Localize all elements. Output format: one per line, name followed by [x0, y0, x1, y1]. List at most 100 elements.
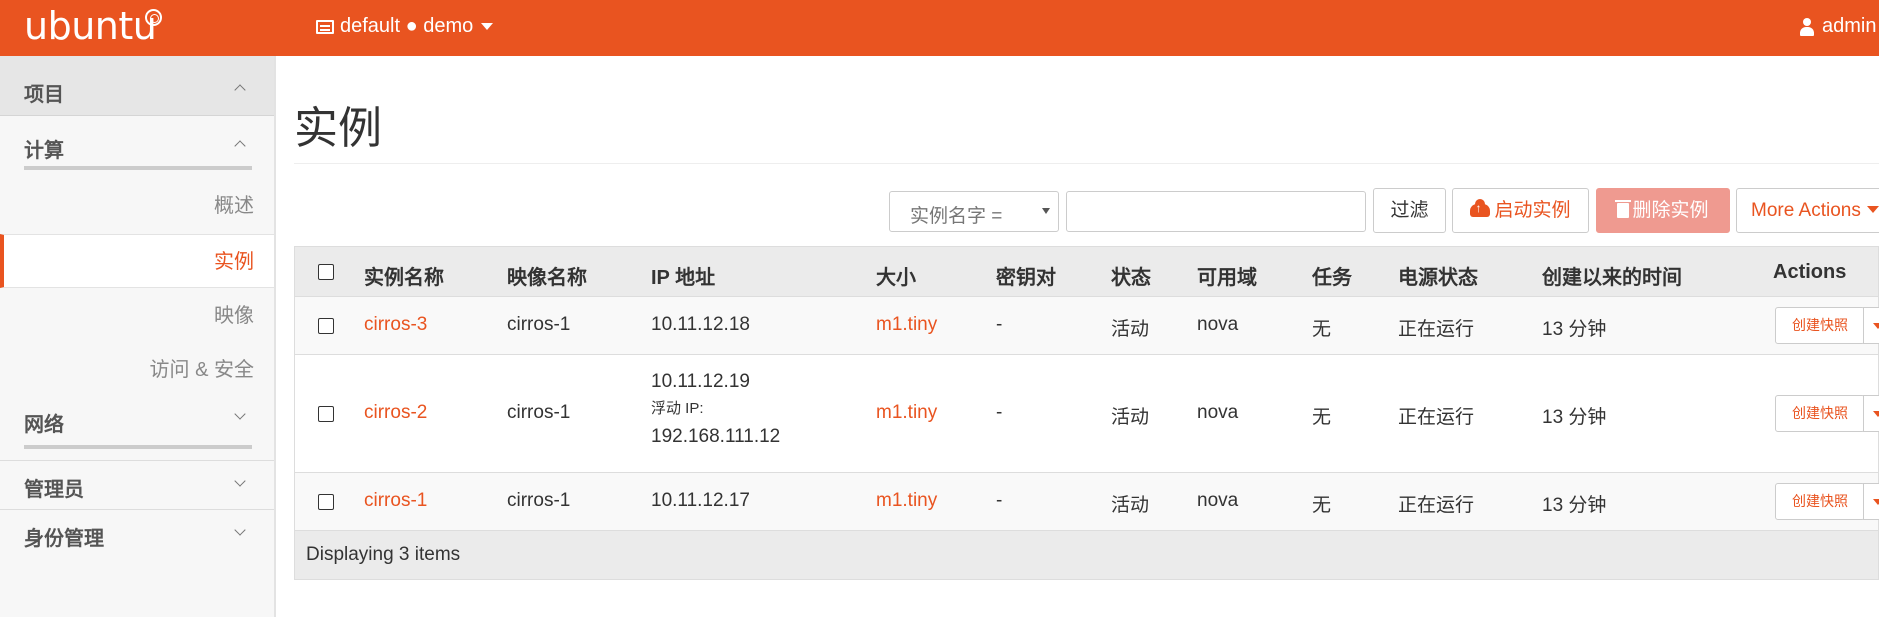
- sidebar-section-compute[interactable]: 计算: [0, 116, 274, 166]
- top-navbar: ubuntu default ● demo admin: [0, 0, 1879, 56]
- instances-table: 实例名称 映像名称 IP 地址 大小 密钥对 状态 可用域 任务 电源状态 创建…: [294, 246, 1879, 580]
- header-power-state[interactable]: 电源状态: [1398, 261, 1478, 290]
- image-name: cirros-1: [507, 314, 571, 335]
- sidebar-section-project[interactable]: 项目: [0, 56, 274, 116]
- row-actions-dropdown[interactable]: [1863, 483, 1879, 520]
- item-count: Displaying 3 items: [306, 544, 461, 565]
- chevron-down-icon: [234, 524, 246, 536]
- header-actions: Actions: [1773, 261, 1847, 283]
- row-checkbox[interactable]: [318, 406, 334, 422]
- sidebar: 项目 计算 概述 实例 映像 访问 & 安全 网络 管理员 身份管理: [0, 56, 276, 617]
- image-name: cirros-1: [507, 490, 571, 511]
- row-actions-dropdown[interactable]: [1863, 307, 1879, 344]
- header-age[interactable]: 创建以来的时间: [1542, 261, 1682, 290]
- header-image[interactable]: 映像名称: [507, 261, 587, 290]
- header-task[interactable]: 任务: [1312, 261, 1352, 290]
- filter-field-value: 实例名字 =: [910, 206, 1003, 227]
- chevron-down-icon: [234, 475, 246, 487]
- filter-input[interactable]: [1066, 191, 1366, 232]
- power-state: 正在运行: [1398, 407, 1475, 428]
- sidebar-section-identity[interactable]: 身份管理: [0, 509, 274, 559]
- sidebar-section-admin[interactable]: 管理员: [0, 460, 274, 510]
- header-availability-zone[interactable]: 可用域: [1197, 261, 1257, 290]
- row-actions-dropdown[interactable]: [1863, 395, 1879, 432]
- chevron-up-icon: [234, 84, 246, 96]
- ip-address: 10.11.12.18: [651, 314, 750, 335]
- availability-zone: nova: [1197, 490, 1239, 511]
- flavor-link[interactable]: m1.tiny: [876, 314, 937, 336]
- sidebar-section-label: 计算: [24, 140, 64, 162]
- sidebar-section-network[interactable]: 网络: [0, 408, 274, 458]
- table-header: 实例名称 映像名称 IP 地址 大小 密钥对 状态 可用域 任务 电源状态 创建…: [295, 247, 1878, 297]
- ip-address-block: 10.11.12.19 浮动 IP: 192.168.111.12: [651, 365, 780, 453]
- instance-name-link[interactable]: cirros-3: [364, 314, 427, 336]
- availability-zone: nova: [1197, 402, 1239, 423]
- sidebar-item-overview[interactable]: 概述: [0, 179, 274, 233]
- create-snapshot-button[interactable]: 创建快照: [1775, 483, 1865, 520]
- filter-button[interactable]: 过滤: [1373, 188, 1446, 233]
- sidebar-item-images[interactable]: 映像: [0, 289, 274, 343]
- cloud-upload-icon: [1470, 199, 1491, 217]
- instance-name-link[interactable]: cirros-1: [364, 490, 427, 512]
- header-size[interactable]: 大小: [876, 261, 916, 290]
- status: 活动: [1111, 407, 1150, 428]
- more-actions-label: More Actions: [1751, 200, 1861, 221]
- table-row: cirros-3 cirros-1 10.11.12.18 m1.tiny - …: [295, 297, 1879, 355]
- status: 活动: [1111, 495, 1150, 516]
- age: 13 分钟: [1542, 319, 1607, 340]
- table-row: cirros-1 cirros-1 10.11.12.17 m1.tiny - …: [295, 473, 1879, 531]
- filter-field-select[interactable]: 实例名字 =: [889, 191, 1059, 232]
- header-status[interactable]: 状态: [1111, 261, 1151, 290]
- caret-down-icon: [1866, 206, 1879, 213]
- header-ip[interactable]: IP 地址: [651, 261, 715, 290]
- user-icon: [1800, 17, 1814, 36]
- user-name: admin: [1822, 15, 1877, 37]
- project-list-icon: [316, 19, 334, 34]
- instance-name-link[interactable]: cirros-2: [364, 402, 427, 424]
- create-snapshot-button[interactable]: 创建快照: [1775, 307, 1865, 344]
- page-title: 实例: [294, 104, 382, 153]
- sidebar-section-label: 管理员: [24, 479, 84, 501]
- user-menu[interactable]: admin: [1800, 15, 1876, 38]
- trash-icon: [1615, 200, 1632, 218]
- sidebar-item-instances[interactable]: 实例: [0, 234, 274, 288]
- row-checkbox[interactable]: [318, 318, 334, 334]
- image-name: cirros-1: [507, 402, 571, 423]
- sidebar-item-access-security[interactable]: 访问 & 安全: [0, 343, 274, 397]
- divider: [24, 445, 252, 449]
- launch-instance-label: 启动实例: [1494, 200, 1571, 221]
- delete-instances-button[interactable]: 删除实例: [1596, 188, 1730, 233]
- more-actions-button[interactable]: More Actions: [1736, 188, 1879, 233]
- header-keypair[interactable]: 密钥对: [996, 261, 1056, 290]
- project-context-dropdown[interactable]: default ● demo: [316, 15, 494, 38]
- delete-instances-label: 删除实例: [1632, 200, 1709, 221]
- launch-instance-button[interactable]: 启动实例: [1452, 188, 1589, 233]
- header-name[interactable]: 实例名称: [364, 261, 444, 290]
- flavor-link[interactable]: m1.tiny: [876, 402, 937, 424]
- keypair: -: [996, 402, 1003, 423]
- divider: [294, 163, 1879, 164]
- status: 活动: [1111, 319, 1150, 340]
- age: 13 分钟: [1542, 495, 1607, 516]
- keypair: -: [996, 490, 1003, 511]
- task: 无: [1312, 319, 1332, 340]
- task: 无: [1312, 495, 1332, 516]
- create-snapshot-button[interactable]: 创建快照: [1775, 395, 1865, 432]
- age: 13 分钟: [1542, 407, 1607, 428]
- sidebar-section-label: 身份管理: [24, 528, 104, 550]
- task: 无: [1312, 407, 1332, 428]
- flavor-link[interactable]: m1.tiny: [876, 490, 937, 512]
- floating-ip-address: 192.168.111.12: [651, 426, 781, 447]
- power-state: 正在运行: [1398, 319, 1475, 340]
- sidebar-section-label: 项目: [24, 84, 64, 106]
- chevron-down-icon: [234, 408, 246, 420]
- ubuntu-logo[interactable]: ubuntu: [24, 4, 157, 48]
- divider: [24, 166, 252, 170]
- select-all-checkbox[interactable]: [318, 264, 334, 280]
- row-checkbox[interactable]: [318, 494, 334, 510]
- project-context-label: default ● demo: [340, 15, 474, 37]
- table-footer: Displaying 3 items: [295, 531, 1878, 579]
- chevron-up-icon: [234, 140, 246, 152]
- keypair: -: [996, 314, 1003, 335]
- sidebar-section-label: 网络: [24, 414, 64, 436]
